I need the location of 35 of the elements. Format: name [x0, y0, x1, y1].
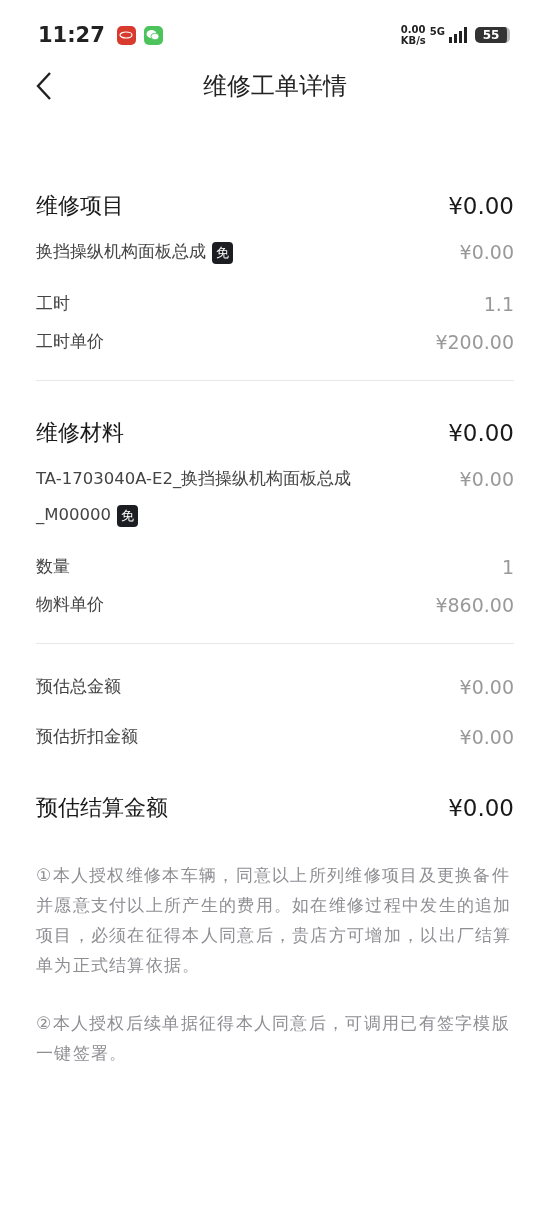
- network-speed: 0.00: [400, 24, 426, 35]
- item-price: ¥0.00: [459, 240, 514, 265]
- summary-value: ¥0.00: [459, 676, 514, 698]
- detail-label: 工时: [36, 293, 70, 315]
- detail-value: ¥860.00: [435, 594, 514, 616]
- terms-note: ②本人授权后续单据征得本人同意后，可调用已有签字模版一键签署。: [36, 1012, 512, 1065]
- detail-value: 1: [501, 556, 514, 578]
- final-label: 预估结算金额: [36, 794, 168, 822]
- detail-label: 物料单价: [36, 594, 104, 616]
- network-unit: KB/s: [400, 35, 426, 46]
- section-total: ¥0.00: [448, 193, 514, 219]
- free-badge: 免: [212, 241, 233, 264]
- car-app-icon: [116, 25, 136, 45]
- summary-value: ¥0.00: [459, 726, 514, 748]
- section-title: 维修项目: [36, 192, 124, 220]
- detail-value: ¥200.00: [435, 331, 514, 353]
- status-time: 11:27: [38, 23, 105, 47]
- summary-label: 预估折扣金额: [36, 726, 138, 748]
- final-value: ¥0.00: [448, 795, 514, 821]
- summary-label: 预估总金额: [36, 676, 121, 698]
- detail-label: 工时单价: [36, 331, 104, 353]
- page-title: 维修工单详情: [203, 71, 347, 102]
- item-name: TA-1703040A-E2_换挡操纵机构面板总成: [36, 469, 352, 488]
- detail-value: 1.1: [483, 293, 514, 315]
- item-name: _M00000: [36, 505, 111, 524]
- detail-label: 数量: [36, 556, 70, 578]
- terms-note: ①本人授权维修本车辆，同意以上所列维修项目及更换备件并愿意支付以上所产生的费用。如在维修过程中发生的追加项目，必须在征得本人同意后，贵店方可增加，以出厂结算单为正式结算依据。: [36, 864, 513, 977]
- section-total: ¥0.00: [448, 420, 514, 446]
- section-title: 维修材料: [36, 419, 124, 447]
- free-badge: 免: [117, 504, 138, 527]
- item-price: ¥0.00: [459, 467, 514, 492]
- chat-app-icon: [143, 25, 163, 45]
- item-name: 换挡操纵机构面板总成: [36, 242, 206, 261]
- battery-level: 55: [475, 27, 510, 43]
- network-type: 5G: [429, 26, 445, 37]
